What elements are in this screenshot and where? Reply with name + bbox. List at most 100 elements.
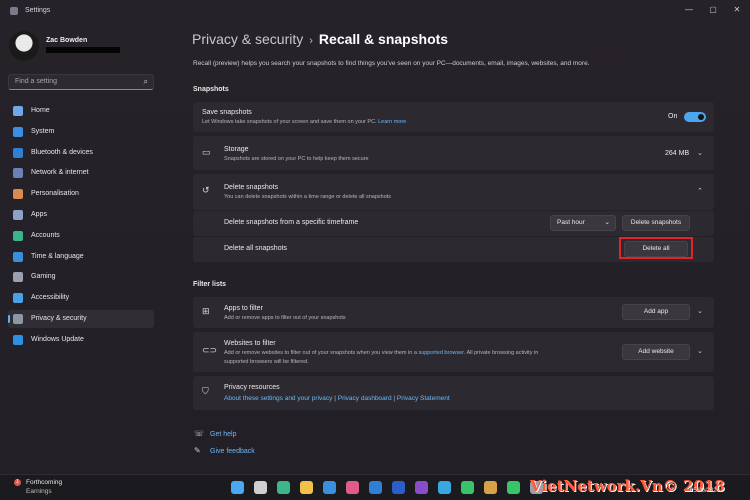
sidebar-item-accessibility[interactable]: Accessibility bbox=[8, 289, 154, 307]
home-icon bbox=[13, 106, 23, 116]
avatar[interactable] bbox=[9, 31, 39, 61]
save-snapshots-title: Save snapshots bbox=[202, 109, 252, 116]
sidebar-item-time-language[interactable]: Time & language bbox=[8, 248, 154, 266]
websites-filter-title: Websites to filter bbox=[224, 340, 276, 347]
widget-title[interactable]: Forthcoming bbox=[26, 479, 62, 486]
add-website-button[interactable]: Add website bbox=[622, 344, 690, 360]
search-taskbar-icon[interactable] bbox=[254, 481, 267, 494]
breadcrumb: Privacy & security › Recall & snapshots bbox=[192, 31, 448, 47]
sidebar-item-label: Windows Update bbox=[31, 335, 84, 343]
sidebar-item-accounts[interactable]: Accounts bbox=[8, 227, 154, 245]
sidebar-item-network-internet[interactable]: Network & internet bbox=[8, 164, 154, 182]
delete-timeframe-row: Delete snapshots from a specific timefra… bbox=[193, 211, 714, 236]
sidebar-item-gaming[interactable]: Gaming bbox=[8, 268, 154, 286]
sidebar-item-personalisation[interactable]: Personalisation bbox=[8, 185, 154, 203]
save-snapshots-desc-text: Let Windows take snapshots of your scree… bbox=[202, 119, 377, 125]
apps-filter-icon: ⊞ bbox=[202, 306, 210, 316]
title-bar: Settings — ▢ ✕ bbox=[0, 0, 750, 22]
sidebar-item-system[interactable]: System bbox=[8, 123, 154, 141]
taskbar-date: 05/06/2024 bbox=[690, 488, 721, 494]
spotify-icon[interactable] bbox=[507, 481, 520, 494]
sidebar-item-bluetooth-devices[interactable]: Bluetooth & devices bbox=[8, 144, 154, 162]
edge-icon[interactable] bbox=[277, 481, 290, 494]
store-icon[interactable] bbox=[323, 481, 336, 494]
link-separator: | bbox=[334, 395, 336, 402]
websites-filter-desc: Add or remove websites to filter out of … bbox=[224, 350, 538, 356]
shield-icon bbox=[13, 314, 23, 324]
chevron-down-icon: ⌄ bbox=[697, 348, 703, 355]
delete-snapshots-button[interactable]: Delete snapshots bbox=[622, 215, 690, 231]
photos-icon[interactable] bbox=[346, 481, 359, 494]
sidebar-item-label: Bluetooth & devices bbox=[31, 148, 93, 156]
about-privacy-link[interactable]: About these settings and your privacy bbox=[224, 395, 332, 402]
telegram-icon[interactable] bbox=[438, 481, 451, 494]
sidebar-item-apps[interactable]: Apps bbox=[8, 206, 154, 224]
websites-to-filter-card[interactable]: ⊂⊃ Websites to filter Add or remove webs… bbox=[193, 332, 714, 372]
widget-subtitle[interactable]: Earnings bbox=[26, 488, 52, 495]
sidebar-item-label: Home bbox=[31, 107, 50, 114]
add-app-button[interactable]: Add app bbox=[622, 304, 690, 320]
search-input[interactable]: Find a setting ⌕ bbox=[8, 74, 154, 90]
breadcrumb-parent[interactable]: Privacy & security bbox=[192, 31, 303, 47]
websites-filter-desc-1: Add or remove websites to filter out of … bbox=[224, 350, 417, 356]
gaming-icon bbox=[13, 272, 23, 283]
whatsapp-icon[interactable] bbox=[461, 481, 474, 494]
window-title: Settings bbox=[25, 7, 51, 14]
sidebar-item-label: Time & language bbox=[31, 252, 84, 260]
close-button[interactable]: ✕ bbox=[728, 4, 746, 16]
timeframe-dropdown[interactable]: Past hour ⌄ bbox=[550, 215, 616, 231]
chevron-up-icon: ⌃ bbox=[697, 188, 703, 195]
shield-icon: ⛉ bbox=[202, 386, 209, 396]
save-snapshots-toggle[interactable] bbox=[684, 112, 706, 122]
minimize-button[interactable]: — bbox=[680, 4, 698, 16]
give-feedback-link[interactable]: Give feedback bbox=[210, 448, 255, 455]
get-help-link[interactable]: Get help bbox=[210, 431, 236, 438]
websites-filter-desc-3: supported browsers will be filtered. bbox=[224, 359, 309, 365]
storage-card[interactable]: ▭ Storage Snapshots are stored on your P… bbox=[193, 136, 714, 170]
privacy-resources-title: Privacy resources bbox=[224, 384, 280, 391]
supported-browser-link[interactable]: supported browser bbox=[418, 350, 463, 356]
timeframe-value: Past hour bbox=[557, 219, 585, 226]
link-separator: | bbox=[393, 395, 396, 402]
sidebar-item-label: Network & internet bbox=[31, 169, 89, 177]
history-icon: ↺ bbox=[202, 185, 210, 195]
start-icon[interactable] bbox=[231, 481, 244, 494]
privacy-resources-card: ⛉ Privacy resources About these settings… bbox=[193, 376, 714, 410]
settings-app-icon bbox=[10, 7, 18, 15]
sidebar-item-privacy-security[interactable]: Privacy & security bbox=[8, 310, 154, 328]
accessibility-icon bbox=[13, 293, 23, 304]
intro-text: Recall (preview) helps you search your s… bbox=[193, 60, 590, 67]
delete-snapshots-card[interactable]: ↺ Delete snapshots You can delete snapsh… bbox=[193, 174, 714, 210]
storage-desc: Snapshots are stored on your PC to help … bbox=[224, 156, 369, 162]
outlook-icon[interactable] bbox=[369, 481, 382, 494]
sidebar-item-home[interactable]: Home bbox=[8, 102, 154, 120]
sidebar-item-label: Gaming bbox=[31, 273, 56, 281]
sidebar-item-label: Apps bbox=[31, 211, 47, 218]
personalisation-icon bbox=[13, 189, 23, 200]
copilot-icon[interactable] bbox=[484, 481, 497, 494]
onenote-icon[interactable] bbox=[415, 481, 428, 494]
chevron-down-icon: ⌄ bbox=[697, 308, 703, 315]
apps-filter-title: Apps to filter bbox=[224, 305, 263, 312]
sidebar-item-label: Personalisation bbox=[31, 190, 79, 198]
storage-value: 264 MB bbox=[665, 150, 690, 157]
privacy-dashboard-link[interactable]: Privacy dashboard bbox=[338, 395, 392, 402]
apps-icon bbox=[13, 210, 23, 220]
sidebar-item-label: Accessibility bbox=[31, 294, 70, 302]
settings-window: Settings — ▢ ✕ Zac Bowden Find a setting… bbox=[0, 0, 750, 474]
apps-filter-desc: Add or remove apps to filter out of your… bbox=[224, 315, 346, 321]
snapshots-section-title: Snapshots bbox=[193, 86, 229, 93]
save-snapshots-desc: Let Windows take snapshots of your scree… bbox=[202, 119, 406, 125]
learn-more-link[interactable]: Learn more bbox=[378, 119, 406, 125]
toggle-knob bbox=[698, 114, 704, 120]
word-icon[interactable] bbox=[392, 481, 405, 494]
apps-to-filter-card[interactable]: ⊞ Apps to filter Add or remove apps to f… bbox=[193, 297, 714, 328]
sidebar-item-windows-update[interactable]: Windows Update bbox=[8, 331, 154, 349]
search-icon: ⌕ bbox=[143, 77, 148, 86]
user-email-redacted bbox=[46, 47, 120, 53]
storage-icon: ▭ bbox=[202, 147, 211, 157]
explorer-icon[interactable] bbox=[300, 481, 313, 494]
maximize-button[interactable]: ▢ bbox=[704, 4, 722, 16]
delete-timeframe-label: Delete snapshots from a specific timefra… bbox=[224, 219, 359, 226]
privacy-statement-link[interactable]: Privacy Statement bbox=[397, 395, 450, 402]
